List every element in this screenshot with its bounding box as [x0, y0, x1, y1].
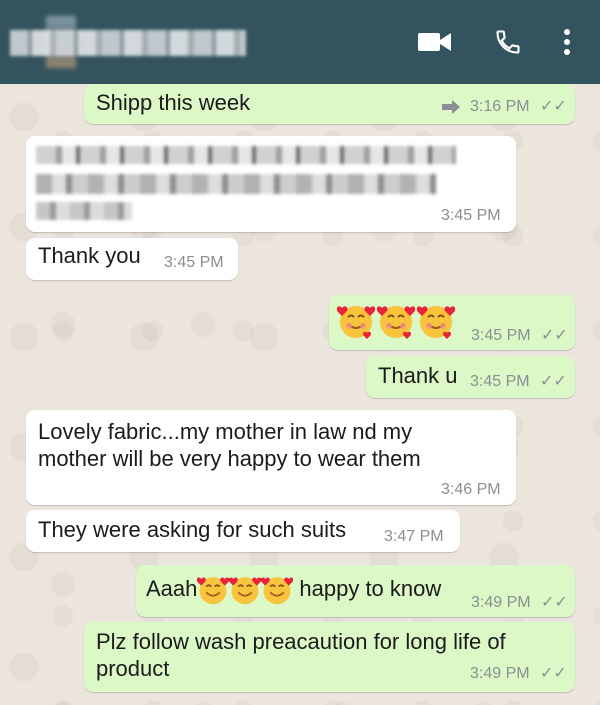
message-text-with-emoji: Aaah happy to know	[146, 571, 441, 607]
chat-header	[0, 0, 600, 84]
message-time: 3:46 PM	[441, 481, 501, 498]
message-bubble-incoming[interactable]: They were asking for such suits 3:47 PM	[26, 510, 460, 552]
smiling-face-with-hearts-icon	[229, 577, 262, 605]
message-time: 3:45 PM	[441, 207, 501, 224]
video-call-icon[interactable]	[415, 24, 455, 60]
double-check-icon: ✓✓	[541, 594, 568, 611]
double-check-icon: ✓✓	[540, 665, 567, 682]
message-time: 3:49 PM	[470, 665, 530, 682]
message-bubble-outgoing[interactable]: Aaah happy to know 3:49 PM ✓✓	[136, 565, 575, 617]
message-text-line: mother will be very happy to wear them	[38, 446, 421, 471]
message-bubble-outgoing[interactable]: Shipp this week 3:16 PM ✓✓	[84, 84, 575, 124]
smiling-face-with-hearts-icon	[417, 306, 455, 339]
phone-call-icon[interactable]	[490, 24, 526, 60]
message-bubble-incoming[interactable]: 3:45 PM	[26, 136, 516, 232]
message-time: 3:47 PM	[384, 528, 444, 545]
message-text-line: Lovely fabric...my mother in law nd my	[38, 419, 413, 444]
message-text: They were asking for such suits	[38, 517, 347, 542]
message-text-line: product	[96, 656, 170, 681]
redacted-text-line	[36, 146, 456, 164]
message-time: 3:16 PM	[470, 98, 530, 115]
message-text: Aaah	[146, 576, 198, 601]
message-text: Shipp this week	[96, 90, 251, 115]
forwarded-icon	[442, 100, 460, 119]
smiling-face-with-hearts-icon	[261, 577, 294, 605]
double-check-icon: ✓✓	[540, 98, 567, 115]
message-text-line: Plz follow wash preacaution for long lif…	[96, 629, 506, 654]
more-options-icon[interactable]	[556, 24, 578, 60]
redacted-text-line	[36, 174, 436, 194]
message-bubble-incoming[interactable]: Thank you 3:45 PM	[26, 238, 238, 280]
message-time: 3:45 PM	[471, 327, 531, 344]
message-time: 3:45 PM	[470, 373, 530, 390]
message-bubble-outgoing[interactable]: 3:45 PM ✓✓	[329, 295, 575, 350]
message-bubble-outgoing[interactable]: Plz follow wash preacaution for long lif…	[84, 622, 575, 692]
smiling-face-with-hearts-icon	[197, 577, 230, 605]
smiling-face-with-hearts-icon	[337, 306, 375, 339]
message-time: 3:49 PM	[471, 594, 531, 611]
message-text: Thank you	[38, 243, 141, 268]
double-check-icon: ✓✓	[541, 327, 568, 344]
message-text: Thank u	[378, 363, 458, 388]
redacted-text-line	[36, 202, 132, 220]
message-time: 3:45 PM	[164, 254, 224, 271]
smiling-face-with-hearts-icon	[377, 306, 415, 339]
message-text: happy to know	[299, 576, 442, 601]
emoji-group	[337, 300, 455, 340]
message-bubble-incoming[interactable]: Lovely fabric...my mother in law nd my m…	[26, 410, 516, 505]
message-bubble-outgoing[interactable]: Thank u 3:45 PM ✓✓	[366, 356, 575, 398]
double-check-icon: ✓✓	[540, 373, 567, 390]
contact-name-redacted[interactable]	[10, 30, 246, 56]
